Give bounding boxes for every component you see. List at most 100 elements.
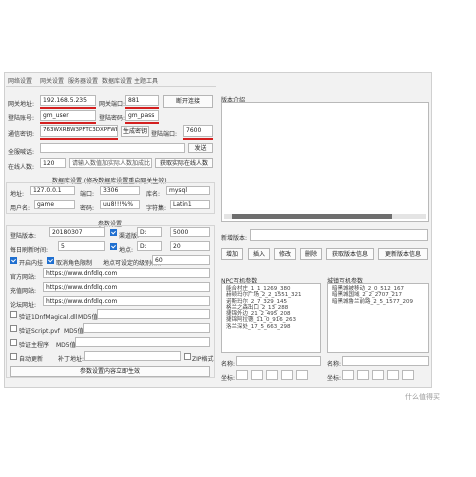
account-label: 登陆账号: [8,115,35,122]
close-role-label: 取消角色限制 [56,260,93,267]
broadcast-input[interactable] [40,143,185,153]
close-role-checkbox[interactable] [47,257,54,264]
forum-label: 论坛网址: [10,302,37,309]
delete-version-button[interactable]: 删除 [300,248,322,260]
point-label: 地点: [119,247,134,254]
max-level-input[interactable]: 60 [152,255,210,265]
website-input[interactable]: https://www.dnfdlq.com [43,268,210,278]
field-coord-5[interactable] [402,370,414,380]
broadcast-send-button[interactable]: 发送 [188,143,213,153]
highlight-underline [125,122,159,124]
point-checkbox[interactable] [110,243,117,250]
db-name-label: 库名: [146,191,161,198]
new-version-input[interactable] [250,229,428,241]
point-select[interactable]: D: [137,241,162,251]
add-version-button[interactable]: 增加 [221,248,243,260]
open-inner-checkbox[interactable] [10,257,17,264]
horizontal-scrollbar[interactable] [224,214,426,219]
account-input[interactable]: gm_user [40,110,96,121]
channel-value-input[interactable]: 5000 [170,227,210,237]
scrollbar-thumb[interactable] [232,214,392,219]
tab-divider [6,86,216,87]
fetch-version-button[interactable]: 获取版本信息 [326,248,374,260]
db-charset-label: 字符集: [146,205,167,212]
db-addr-label: 地址: [10,191,25,198]
version-intro-textarea[interactable] [221,102,429,222]
npc-coord-4[interactable] [281,370,293,380]
pvf-md5-input[interactable] [83,323,210,333]
zip-label: ZIP格式 [192,356,214,363]
channel-checkbox[interactable] [110,229,117,236]
field-coord-4[interactable] [387,370,399,380]
client-label: 验证主程序 [19,342,50,349]
pvf-label: 验证Script.pvf [19,328,60,335]
pvf-checkbox[interactable] [10,325,17,332]
npc-list[interactable]: 能合村庄_1_1_1269_380 赫顿玛尔广场_2_2_1551_321 诺斯… [221,283,321,353]
dll-label: 验证1DnfMagical.dll [19,314,78,321]
tab-network[interactable]: 网络设置 [8,76,32,85]
tab-database[interactable]: 数据库设置 [102,76,132,85]
tab-gateway[interactable]: 网关设置 [40,76,64,85]
zip-checkbox[interactable] [184,353,191,360]
npc-name-input[interactable] [236,356,321,366]
client-md5-input[interactable] [75,337,210,347]
refresh-input[interactable]: 5 [58,241,105,251]
password-input[interactable]: gm_pass [125,110,159,121]
db-name-input[interactable]: mysql [166,186,210,195]
npc-name-label: 名称: [221,361,236,368]
db-pass-label: 密码: [80,205,95,212]
npc-coord-label: 坐标: [221,375,236,382]
channel-select[interactable]: D: [137,227,162,237]
apply-params-button[interactable]: 参数设置内容立即生效 [10,366,210,377]
db-user-label: 用户名: [10,205,31,212]
open-inner-label: 开启内挂 [19,260,44,267]
field-list[interactable]: 暗黑城被移动_2_0_512_167 暗黑城国域_2_2_2707_217 暗黑… [327,283,429,353]
db-charset-input[interactable]: Latin1 [170,200,210,209]
edit-version-button[interactable]: 修改 [274,248,296,260]
version-label: 登陆版本: [10,233,37,240]
generate-secret-button[interactable]: 生成密钥 [121,126,149,137]
update-version-button[interactable]: 更新版本信息 [378,248,428,260]
client-checkbox[interactable] [10,339,17,346]
patch-url-label: 补丁地址: [58,356,85,363]
npc-coord-2[interactable] [251,370,263,380]
insert-version-button[interactable]: 插入 [248,248,270,260]
auto-update-checkbox[interactable] [10,353,17,360]
server-port-input[interactable]: 7600 [183,125,213,137]
port-input[interactable]: 881 [125,95,159,106]
list-item[interactable]: 洛兰深处_17_5_663_298 [222,324,320,330]
online-ratio-input[interactable]: 请输入数值加实际人数加成比 [69,158,152,168]
get-online-button[interactable]: 获取实际在线人数 [155,158,213,168]
db-addr-input[interactable]: 127.0.0.1 [30,186,75,195]
highlight-underline [40,138,118,140]
patch-url-input[interactable] [84,351,181,361]
field-coord-3[interactable] [372,370,384,380]
field-name-label: 名称: [327,361,342,368]
dll-md5-input[interactable] [97,309,210,319]
db-user-input[interactable]: game [34,200,75,209]
field-coord-2[interactable] [357,370,369,380]
npc-coord-3[interactable] [266,370,278,380]
forum-input[interactable]: https://www.dnfdlq.com [43,296,210,306]
recharge-input[interactable]: https://www.dnfdlq.com [43,282,210,292]
tab-tools[interactable]: 主题工具 [134,76,158,85]
list-item[interactable]: 暗黑城鲁兰前路_2_5_1577_209 [328,299,428,305]
secret-input[interactable]: 763WXRBW3PFTC3DXPFWH [40,125,118,137]
field-coord-1[interactable] [342,370,354,380]
secret-label: 通信密钥: [8,131,35,138]
server-port-label: 登陆端口: [151,131,178,138]
version-input[interactable]: 20180307 [49,227,105,237]
online-count-input[interactable]: 120 [40,158,66,168]
field-list-body: 暗黑城被移动_2_0_512_167 暗黑城国域_2_2_2707_217 暗黑… [328,284,428,305]
connect-button[interactable]: 断开连接 [163,95,213,108]
npc-coord-5[interactable] [296,370,308,380]
point-value-input[interactable]: 20 [170,241,210,251]
npc-coord-1[interactable] [236,370,248,380]
field-name-input[interactable] [342,356,429,366]
db-port-label: 端口: [80,191,95,198]
dll-checkbox[interactable] [10,311,17,318]
db-port-input[interactable]: 3306 [100,186,140,195]
tab-server[interactable]: 服务器设置 [68,76,98,85]
db-pass-input[interactable]: uu8!!!%% [100,200,140,209]
gateway-ip-input[interactable]: 192.168.5.235 [40,95,96,106]
